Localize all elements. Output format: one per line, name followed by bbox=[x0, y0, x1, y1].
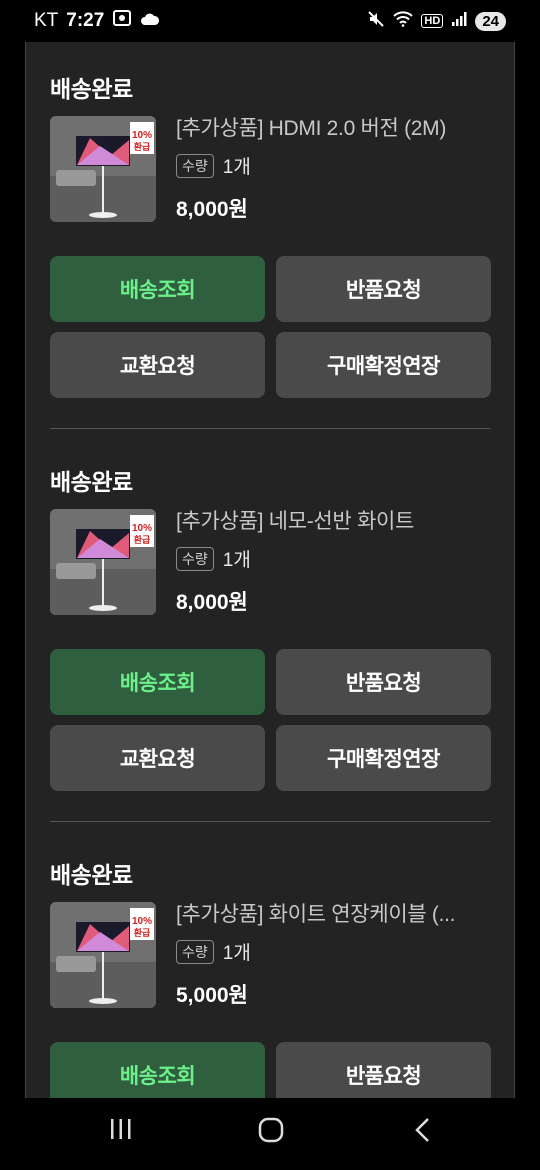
track-delivery-button[interactable]: 배송조회 bbox=[50, 1042, 265, 1098]
track-delivery-button[interactable]: 배송조회 bbox=[50, 649, 265, 715]
return-request-button[interactable]: 반품요청 bbox=[276, 1042, 491, 1098]
promo-badge-subtext: 환급 bbox=[134, 141, 151, 152]
signal-icon bbox=[451, 11, 467, 31]
quantity-row: 수량 1개 bbox=[176, 152, 251, 179]
status-left: KT 7:27 bbox=[34, 9, 160, 33]
product-thumbnail[interactable]: 10% 환급 bbox=[50, 509, 156, 615]
return-request-button[interactable]: 반품요청 bbox=[276, 649, 491, 715]
screenshot-icon bbox=[112, 9, 132, 33]
battery-indicator: 24 bbox=[475, 11, 506, 31]
quantity-label: 수량 bbox=[176, 939, 214, 964]
quantity-label: 수량 bbox=[176, 546, 214, 571]
product-thumbnail[interactable]: 10% 환급 bbox=[50, 116, 156, 222]
divider bbox=[50, 821, 491, 822]
exchange-request-button[interactable]: 교환요청 bbox=[50, 725, 265, 791]
promo-badge-text: 10% bbox=[132, 916, 152, 927]
order-list-panel[interactable]: 배송완료 10% 환급 [추가상품] HDMI 2.0 버전 (2M) 수량 1… bbox=[25, 42, 515, 1098]
quantity-value: 1개 bbox=[222, 550, 251, 571]
carrier-label: KT bbox=[34, 10, 59, 31]
status-right: HD 24 bbox=[367, 10, 506, 32]
quantity-label: 수량 bbox=[176, 153, 214, 178]
return-request-button[interactable]: 반품요청 bbox=[276, 256, 491, 322]
wifi-icon bbox=[393, 11, 414, 31]
extend-confirmation-button[interactable]: 구매확정연장 bbox=[276, 725, 491, 791]
promo-badge-text: 10% bbox=[132, 523, 152, 534]
quantity-value: 1개 bbox=[222, 943, 251, 964]
order-status: 배송완료 bbox=[50, 76, 133, 102]
quantity-row: 수량 1개 bbox=[176, 938, 251, 965]
order-card: 배송완료 10% 환급 [추가상품] 네모-선반 화이트 수량 1개 8,000… bbox=[50, 463, 491, 833]
hd-voice-icon: HD bbox=[421, 14, 444, 28]
navigation-bar bbox=[0, 1098, 540, 1170]
promo-badge-subtext: 환급 bbox=[134, 534, 151, 545]
order-card: 배송완료 10% 환급 [추가상품] 화이트 연장케이블 (... 수량 1개 … bbox=[50, 856, 491, 1098]
product-price: 8,000원 bbox=[176, 591, 248, 614]
exchange-request-button[interactable]: 교환요청 bbox=[50, 332, 265, 398]
mute-icon bbox=[367, 10, 385, 32]
product-name[interactable]: [추가상품] HDMI 2.0 버전 (2M) bbox=[176, 112, 491, 142]
product-name[interactable]: [추가상품] 네모-선반 화이트 bbox=[176, 505, 491, 535]
cloud-icon bbox=[140, 10, 160, 32]
quantity-row: 수량 1개 bbox=[176, 545, 251, 572]
status-bar: KT 7:27 HD 24 bbox=[0, 0, 540, 42]
track-delivery-button[interactable]: 배송조회 bbox=[50, 256, 265, 322]
promo-badge-text: 10% bbox=[132, 130, 152, 141]
order-status: 배송완료 bbox=[50, 469, 133, 495]
order-card: 배송완료 10% 환급 [추가상품] HDMI 2.0 버전 (2M) 수량 1… bbox=[50, 70, 491, 440]
order-status: 배송완료 bbox=[50, 862, 133, 888]
product-price: 5,000원 bbox=[176, 984, 248, 1007]
promo-badge-subtext: 환급 bbox=[134, 927, 151, 938]
extend-confirmation-button[interactable]: 구매확정연장 bbox=[276, 332, 491, 398]
home-icon[interactable] bbox=[257, 1116, 285, 1149]
product-thumbnail[interactable]: 10% 환급 bbox=[50, 902, 156, 1008]
product-price: 8,000원 bbox=[176, 198, 248, 221]
recent-apps-icon[interactable] bbox=[108, 1116, 134, 1147]
product-name[interactable]: [추가상품] 화이트 연장케이블 (... bbox=[176, 898, 491, 928]
quantity-value: 1개 bbox=[222, 157, 251, 178]
divider bbox=[50, 428, 491, 429]
clock: 7:27 bbox=[66, 10, 105, 31]
back-icon[interactable] bbox=[410, 1116, 436, 1149]
